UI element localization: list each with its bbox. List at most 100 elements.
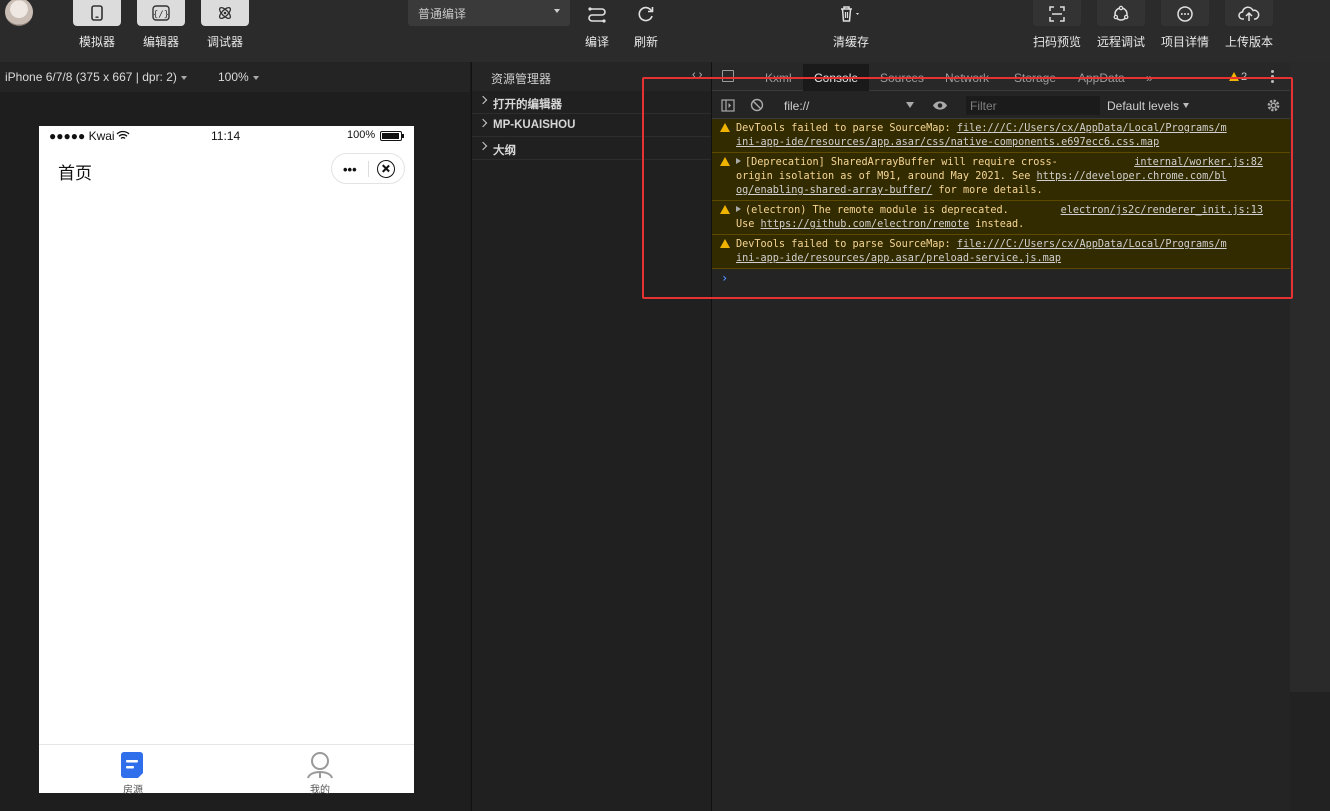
console-warning: (electron) The remote module is deprecat… (712, 201, 1291, 235)
debug-atom-icon (218, 6, 232, 20)
sourcemap-link[interactable]: file:///C:/Users/cx/AppData/Local/Progra… (957, 123, 1227, 134)
scan-preview-label: 扫码预览 (1032, 35, 1081, 49)
docs-link[interactable]: https://developer.chrome.com/bl (1037, 171, 1227, 182)
kebab-menu-icon[interactable] (1271, 70, 1274, 85)
more-tabs-button[interactable]: » (1146, 71, 1153, 85)
tab-listings[interactable]: 房源 (103, 749, 163, 796)
refresh-label: 刷新 (633, 35, 658, 49)
warning-text: for more details. (932, 185, 1043, 196)
expand-arrow-icon[interactable] (736, 158, 741, 164)
explorer-header: 资源管理器 ‹ › (472, 62, 712, 91)
warning-icon (1229, 72, 1239, 81)
devtools-tabs: Kxml Console Sources Network Storage App… (712, 62, 1291, 91)
warning-text: DevTools failed to parse SourceMap: (736, 123, 957, 134)
tab-mine[interactable]: 我的 (290, 749, 350, 796)
debugger-label: 调试器 (206, 35, 243, 49)
log-levels-value: Default levels (1107, 99, 1180, 113)
more-circle-icon (1177, 6, 1193, 22)
context-value: file:// (784, 99, 810, 113)
inspect-element-icon[interactable] (722, 70, 734, 82)
explorer-title: 资源管理器 (491, 72, 552, 86)
explorer-section-open-editors[interactable]: 打开的编辑器 (472, 91, 712, 114)
warning-text: origin isolation as of M91, around May 2… (736, 171, 1037, 182)
warning-text: DevTools failed to parse SourceMap: (736, 239, 957, 250)
chevron-right-icon (478, 95, 488, 105)
warning-icon (720, 157, 730, 166)
wifi-icon (116, 130, 130, 140)
simulator-label: 模拟器 (78, 35, 115, 49)
explorer-section-project[interactable]: MP-KUAISHOU (472, 114, 712, 137)
chevron-down-icon (1183, 103, 1190, 108)
console-warning: DevTools failed to parse SourceMap: file… (712, 119, 1291, 153)
debugger-button[interactable]: 调试器 (195, 0, 255, 50)
user-avatar[interactable] (5, 0, 33, 26)
remote-debug-button[interactable]: 远程调试 (1091, 0, 1151, 50)
refresh-button[interactable]: 刷新 (616, 0, 676, 50)
compile-mode-select[interactable]: 普通编译 (408, 0, 570, 26)
sourcemap-link-cont[interactable]: ini-app-ide/resources/app.asar/css/nativ… (736, 137, 1159, 148)
warning-icon (720, 205, 730, 214)
chevron-right-icon (478, 118, 488, 128)
zoom-select[interactable]: 100% (218, 70, 259, 84)
eye-icon[interactable] (932, 100, 948, 111)
sidebar-toggle-icon[interactable] (721, 99, 735, 112)
tab-console[interactable]: Console (803, 64, 870, 91)
console-filter-input[interactable] (966, 96, 1100, 115)
cloud-upload-icon (1238, 6, 1260, 21)
log-levels-select[interactable]: Default levels (1107, 99, 1190, 113)
compile-icon (588, 7, 606, 23)
explorer-section-outline[interactable]: 大纲 (472, 137, 712, 160)
clear-console-icon[interactable] (750, 98, 764, 112)
status-time: 11:14 (211, 129, 241, 143)
chevron-down-icon (252, 75, 259, 80)
chevron-right-icon (478, 141, 488, 151)
mini-program-capsule: ••• (331, 153, 405, 184)
tab-network[interactable]: Network (945, 71, 989, 85)
console-prompt[interactable]: › (721, 271, 728, 285)
device-select[interactable]: iPhone 6/7/8 (375 x 667 | dpr: 2) (5, 70, 187, 84)
tab-sources[interactable]: Sources (880, 71, 924, 85)
device-value: iPhone 6/7/8 (375 x 667 | dpr: 2) (5, 70, 177, 84)
remote-debug-label: 远程调试 (1096, 35, 1145, 49)
editor-button[interactable]: {/} 编辑器 (131, 0, 191, 50)
clear-cache-button[interactable]: 清缓存 (821, 0, 881, 50)
zoom-value: 100% (218, 70, 249, 84)
electron-remote-link[interactable]: https://github.com/electron/remote (761, 219, 970, 230)
clear-cache-label: 清缓存 (832, 35, 869, 49)
devtools-panel: Kxml Console Sources Network Storage App… (711, 62, 1291, 811)
collapse-icon[interactable]: ‹ › (692, 69, 702, 81)
resource-explorer: 资源管理器 ‹ › 打开的编辑器 MP-KUAISHOU 大纲 (471, 62, 712, 811)
simulator-toolbar: iPhone 6/7/8 (375 x 667 | dpr: 2) 100% (0, 62, 470, 92)
refresh-icon (638, 6, 654, 22)
docs-link-cont[interactable]: og/enabling-shared-array-buffer/ (736, 185, 932, 196)
close-icon[interactable] (377, 160, 395, 178)
source-location-link[interactable]: internal/worker.js:82 (1134, 156, 1263, 170)
gear-icon[interactable] (1266, 98, 1281, 113)
tab-kxml[interactable]: Kxml (765, 71, 792, 85)
capsule-divider (368, 161, 369, 177)
top-toolbar: 模拟器 {/} 编辑器 调试器 普通编译 编译 刷新 清缓存 扫码预览 远程调试… (0, 0, 1330, 62)
expand-arrow-icon[interactable] (736, 206, 741, 212)
more-button[interactable]: ••• (343, 162, 357, 177)
editor-label: 编辑器 (142, 35, 179, 49)
project-details-button[interactable]: 项目详情 (1155, 0, 1215, 50)
tab-appdata[interactable]: AppData (1078, 71, 1125, 85)
scan-preview-button[interactable]: 扫码预览 (1027, 0, 1087, 50)
source-location-link[interactable]: electron/js2c/renderer_init.js:13 (1061, 204, 1263, 218)
battery-icon (380, 131, 404, 141)
upload-button[interactable]: 上传版本 (1219, 0, 1279, 50)
warning-count: 2 (1241, 71, 1248, 83)
document-icon (121, 752, 143, 778)
tab-storage[interactable]: Storage (1014, 71, 1056, 85)
console-warning: DevTools failed to parse SourceMap: file… (712, 235, 1291, 269)
scan-icon (1049, 6, 1065, 22)
warning-count-badge[interactable]: 2 (1229, 71, 1247, 83)
warning-text: Use (736, 219, 761, 230)
console-output: DevTools failed to parse SourceMap: file… (712, 119, 1291, 811)
context-select[interactable]: file:// (784, 99, 914, 113)
chevron-down-icon (180, 75, 187, 80)
simulator-button[interactable]: 模拟器 (67, 0, 127, 50)
sourcemap-link-cont[interactable]: ini-app-ide/resources/app.asar/preload-s… (736, 253, 1061, 264)
trash-icon (841, 6, 859, 22)
sourcemap-link[interactable]: file:///C:/Users/cx/AppData/Local/Progra… (957, 239, 1227, 250)
